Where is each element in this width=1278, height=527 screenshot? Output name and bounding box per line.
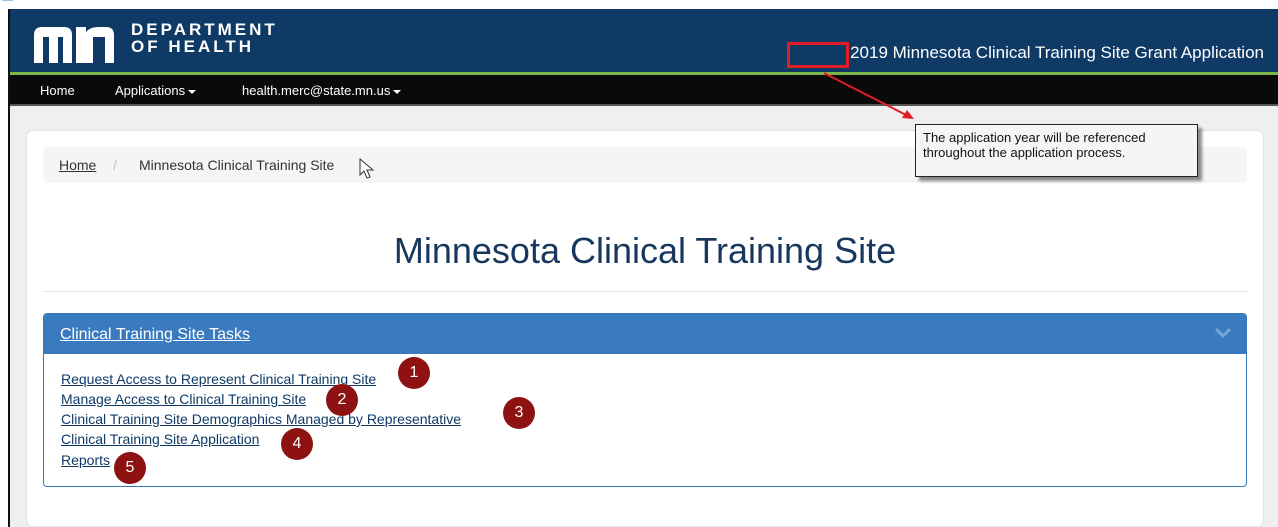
department-line1: DEPARTMENT [131,20,278,39]
task-link-manage-access[interactable]: Manage Access to Clinical Training Site [61,391,306,407]
caret-down-icon [393,89,402,94]
mouse-pointer-icon [359,158,375,179]
nav-user-label: health.merc@state.mn.us [242,83,391,98]
year-highlight-box [787,42,849,68]
top-navbar: Home Applications health.merc@state.mn.u… [10,75,1278,106]
title-divider [43,291,1247,292]
chevron-down-icon[interactable] [1214,324,1232,342]
task-link-demographics[interactable]: Clinical Training Site Demographics Mana… [61,411,461,427]
main-panel: Home / Minnesota Clinical Training Site … [27,131,1263,526]
site-banner: DEPARTMENT OF HEALTH 2019 Minnesota Clin… [10,9,1278,72]
top-strip: — [0,0,1278,9]
nav-home[interactable]: Home [40,83,75,98]
browser-frame: DEPARTMENT OF HEALTH 2019 Minnesota Clin… [8,9,1278,527]
nav-applications-label: Applications [115,83,186,98]
breadcrumb-current: Minnesota Clinical Training Site [139,157,335,173]
annotation-callout: The application year will be referenced … [915,124,1198,177]
task-link-application[interactable]: Clinical Training Site Application [61,431,259,447]
application-title: 2019 Minnesota Clinical Training Site Gr… [850,43,1264,62]
tasks-panel-title[interactable]: Clinical Training Site Tasks [60,326,250,344]
step-number-badge: 4 [281,428,313,460]
nav-user-dropdown[interactable]: health.merc@state.mn.us [242,83,402,98]
step-number-badge: 5 [114,452,146,484]
mn-logo-icon[interactable] [34,23,122,63]
task-link-reports[interactable]: Reports [61,452,110,468]
tasks-panel-header[interactable]: Clinical Training Site Tasks [44,314,1246,354]
cropped-text: — [2,0,13,6]
department-name: DEPARTMENT OF HEALTH [131,21,278,55]
tasks-panel: Clinical Training Site Tasks Request Acc… [43,313,1247,487]
breadcrumb-separator: / [113,157,117,173]
step-number-badge: 1 [398,357,430,389]
step-number-badge: 3 [503,397,535,429]
breadcrumb-home-link[interactable]: Home [59,157,96,173]
task-link-request-access[interactable]: Request Access to Represent Clinical Tra… [61,371,376,387]
nav-applications-dropdown[interactable]: Applications [115,83,197,98]
department-line2: OF HEALTH [131,37,255,56]
step-number-badge: 2 [326,384,358,416]
page-title: Minnesota Clinical Training Site [393,230,897,271]
caret-down-icon [188,89,197,94]
